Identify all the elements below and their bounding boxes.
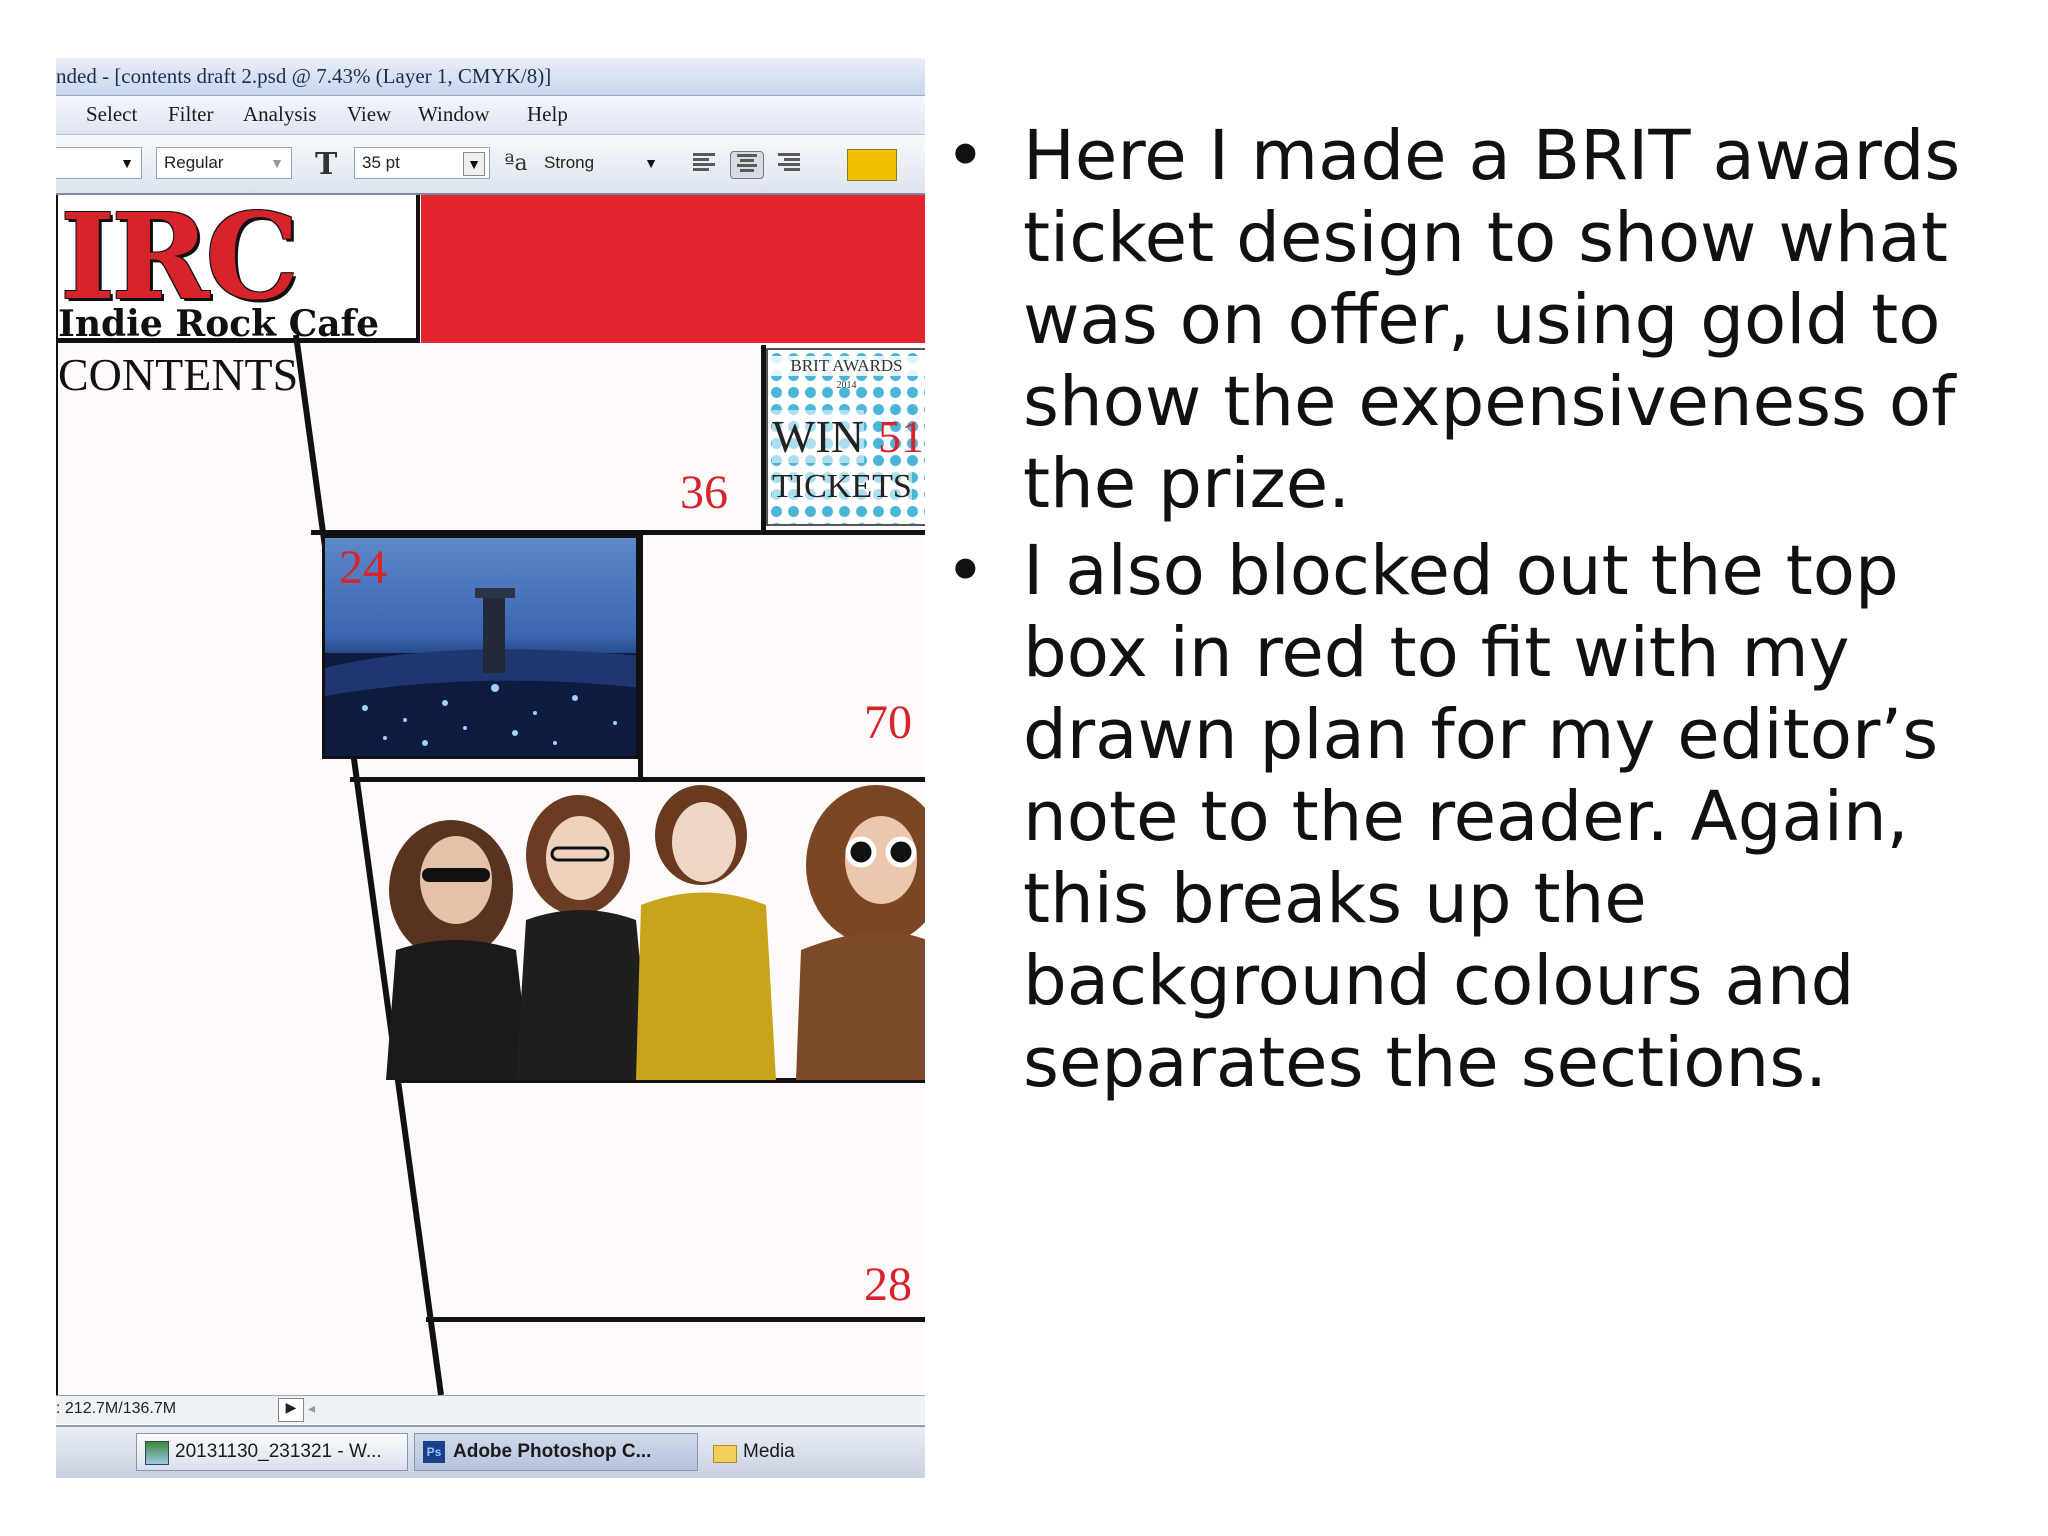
folder-icon xyxy=(713,1445,737,1463)
bullet-text: I also blocked out the top box in red to… xyxy=(1023,531,1939,1103)
type-options-bar: ▼ Regular ▼ T 35 pt ▼ ªa Strong ▼ xyxy=(56,135,925,195)
align-center-icon[interactable] xyxy=(730,151,764,179)
band-members-image xyxy=(386,785,925,1080)
menu-window[interactable]: Window xyxy=(418,102,489,127)
anti-alias-select[interactable]: Strong ▼ xyxy=(536,147,666,179)
menu-analysis[interactable]: Analysis xyxy=(243,102,317,127)
taskbar-item-photoshop[interactable]: Ps Adobe Photoshop C... xyxy=(414,1433,698,1471)
page-number: 70 xyxy=(864,696,912,749)
menu-help[interactable]: Help xyxy=(527,102,568,127)
section-divider xyxy=(426,1317,925,1322)
align-right-icon[interactable] xyxy=(772,151,804,177)
chevron-down-icon: ▼ xyxy=(644,155,658,171)
taskbar-item-media[interactable]: Media xyxy=(704,1433,925,1471)
menu-select[interactable]: Select xyxy=(86,102,137,127)
menu-view[interactable]: View xyxy=(347,102,391,127)
bullet-text: Here I made a BRIT awards ticket design … xyxy=(1023,116,1961,524)
text-color-swatch[interactable] xyxy=(847,149,897,181)
brit-title: BRIT AWARDS xyxy=(768,356,925,376)
brit-win-text: WIN xyxy=(772,410,864,463)
menu-bar: ı Select Filter Analysis View Window Hel… xyxy=(56,96,925,135)
anti-alias-icon: ªa xyxy=(504,151,528,176)
document-canvas[interactable]: IRC Indie Rock Cafe CONTENTS 36 BRIT AWA… xyxy=(56,187,925,1395)
band-photo xyxy=(356,780,925,1080)
window-title-bar: nded - [contents draft 2.psd @ 7.43% (La… xyxy=(56,58,925,96)
bullet-item: • I also blocked out the top box in red … xyxy=(945,530,2025,1104)
concert-photo: 24 xyxy=(322,535,639,759)
bullet-dot-icon: • xyxy=(945,116,986,196)
anti-alias-value: Strong xyxy=(544,153,595,172)
font-style-value: Regular xyxy=(164,153,224,172)
font-style-select[interactable]: Regular ▼ xyxy=(156,147,292,179)
menu-filter[interactable]: Filter xyxy=(168,102,214,127)
window-title: nded - [contents draft 2.psd @ 7.43% (La… xyxy=(56,64,552,88)
status-bar: : 212.7M/136.7M ▶ ◂ xyxy=(56,1395,925,1424)
photoshop-icon: Ps xyxy=(423,1441,445,1463)
page-number: 36 xyxy=(680,466,728,519)
page-number: 28 xyxy=(864,1258,912,1311)
taskbar-item-label: Media xyxy=(743,1441,795,1462)
align-left-icon[interactable] xyxy=(690,151,722,177)
font-family-select[interactable]: ▼ xyxy=(56,147,142,179)
image-viewer-icon xyxy=(145,1441,169,1465)
play-arrow-icon[interactable]: ▶ xyxy=(278,1398,304,1422)
scroll-left-icon[interactable]: ◂ xyxy=(308,1400,315,1417)
chevron-down-icon: ▼ xyxy=(270,155,284,171)
brit-awards-ticket: BRIT AWARDS 2014 WIN 51 TICKETS xyxy=(766,348,925,526)
taskbar: 20131130_231321 - W... Ps Adobe Photosho… xyxy=(56,1425,925,1478)
page-number: 24 xyxy=(339,541,387,594)
font-size-icon: T xyxy=(315,147,338,182)
brit-year: 2014 xyxy=(836,380,857,391)
font-size-select[interactable]: 35 pt ▼ xyxy=(354,147,490,179)
font-size-value: 35 pt xyxy=(362,153,400,172)
slide-bullet-list: • Here I made a BRIT awards ticket desig… xyxy=(945,115,2025,1109)
bullet-dot-icon: • xyxy=(945,531,986,611)
chevron-down-icon: ▼ xyxy=(463,152,485,176)
taskbar-item-label: Adobe Photoshop C... xyxy=(453,1441,652,1462)
page-number: 51 xyxy=(878,411,924,462)
doc-size-readout: : 212.7M/136.7M xyxy=(56,1400,177,1417)
chevron-down-icon: ▼ xyxy=(120,155,134,171)
taskbar-item-label: 20131130_231321 - W... xyxy=(175,1441,382,1462)
taskbar-item-image-viewer[interactable]: 20131130_231321 - W... xyxy=(136,1433,408,1471)
photoshop-screenshot: nded - [contents draft 2.psd @ 7.43% (La… xyxy=(56,58,925,1478)
brit-tickets-text: TICKETS xyxy=(772,468,912,506)
bullet-item: • Here I made a BRIT awards ticket desig… xyxy=(945,115,2025,525)
